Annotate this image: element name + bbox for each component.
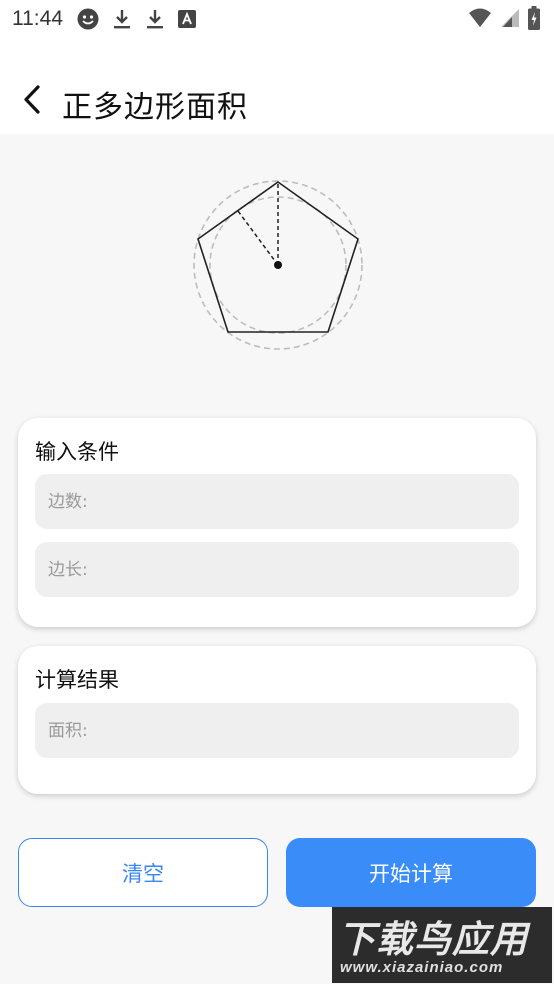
input-card: 输入条件 xyxy=(18,418,536,627)
download-icon xyxy=(114,10,130,29)
start-calculation-button[interactable]: 开始计算 xyxy=(286,838,536,907)
start-button-label: 开始计算 xyxy=(369,861,453,886)
clear-button-label: 清空 xyxy=(122,861,164,886)
chevron-left-icon xyxy=(24,85,40,114)
side-length-input[interactable] xyxy=(35,542,519,597)
page-title: 正多边形面积 xyxy=(62,90,248,125)
battery-charging-icon xyxy=(528,6,540,30)
cellular-icon xyxy=(501,9,519,27)
watermark-title: 下载鸟应用 xyxy=(338,918,528,961)
notification-icons xyxy=(77,8,196,30)
watermark-url: www.xiazainiao.com xyxy=(340,959,504,976)
download-icon xyxy=(147,10,163,29)
clear-button[interactable]: 清空 xyxy=(18,838,268,907)
result-card: 计算结果 xyxy=(18,646,536,794)
system-icons xyxy=(468,6,540,30)
watermark: 下载鸟应用 www.xiazainiao.com xyxy=(332,907,552,983)
text-a-icon xyxy=(178,10,196,28)
area-result-field[interactable] xyxy=(35,703,519,758)
side-count-input[interactable] xyxy=(35,474,519,529)
input-card-title: 输入条件 xyxy=(35,440,119,464)
wifi-icon xyxy=(469,8,491,27)
pentagon-illustration xyxy=(193,180,363,350)
result-card-title: 计算结果 xyxy=(35,668,119,692)
app-bar: 正多边形面积 xyxy=(0,38,554,134)
center-point xyxy=(274,261,282,269)
status-time: 11:44 xyxy=(12,7,63,30)
back-button[interactable] xyxy=(18,82,50,118)
apothem-line xyxy=(237,210,279,266)
smiley-icon xyxy=(77,8,99,30)
status-bar: 11:44 xyxy=(0,0,554,38)
